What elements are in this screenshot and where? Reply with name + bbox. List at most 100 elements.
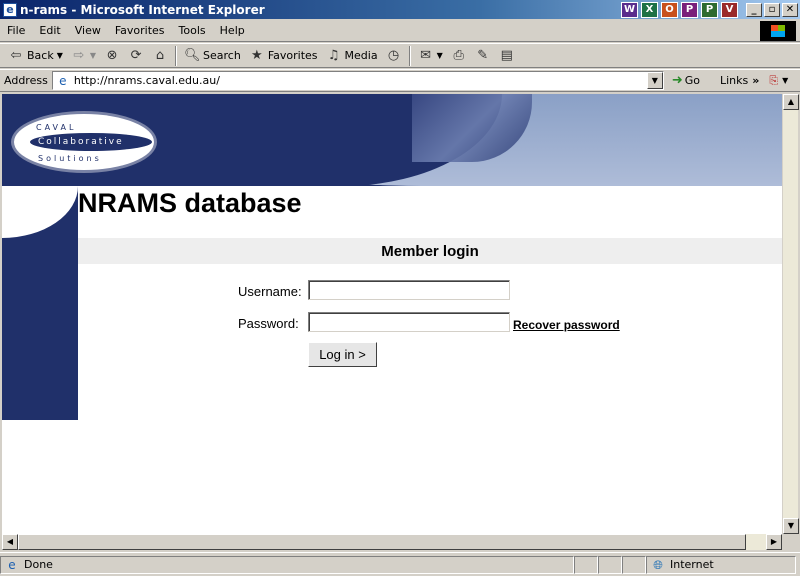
- search-label: Search: [203, 49, 241, 62]
- status-pane: [598, 555, 622, 574]
- print-button[interactable]: ⎙: [447, 45, 471, 67]
- excel-icon[interactable]: X: [641, 1, 658, 18]
- go-label: Go: [684, 74, 700, 87]
- refresh-icon: ⟳: [130, 47, 142, 63]
- globe-icon: 🌐︎: [653, 557, 663, 572]
- favorites-button[interactable]: ★ Favorites: [245, 45, 322, 67]
- window-title: n-rams - Microsoft Internet Explorer: [20, 2, 265, 17]
- visio-icon[interactable]: V: [721, 1, 738, 18]
- search-button[interactable]: 🔍︎ Search: [180, 45, 245, 67]
- go-button[interactable]: ➜ Go: [672, 73, 700, 88]
- edit-button[interactable]: ✎: [471, 45, 495, 67]
- back-label: Back: [27, 49, 54, 62]
- back-button[interactable]: ⇦ Back ▼: [4, 45, 67, 67]
- back-dropdown-icon[interactable]: ▼: [57, 51, 63, 60]
- stop-icon: ⊗: [106, 47, 118, 63]
- mail-dropdown-icon[interactable]: ▼: [437, 51, 443, 60]
- vertical-scrollbar[interactable]: ▲ ▼: [782, 94, 799, 534]
- left-bar-curve: [2, 186, 78, 238]
- scroll-up-icon[interactable]: ▲: [783, 94, 799, 110]
- mail-icon: ✉: [420, 47, 432, 63]
- menu-tools[interactable]: Tools: [172, 24, 213, 37]
- stop-button[interactable]: ⊗: [100, 45, 124, 67]
- discuss-icon: ▤: [500, 47, 513, 63]
- scroll-down-icon[interactable]: ▼: [783, 518, 799, 534]
- close-button[interactable]: ✕: [782, 2, 798, 17]
- page-done-icon: e: [8, 557, 16, 572]
- mail-button[interactable]: ✉ ▼: [414, 45, 447, 67]
- back-arrow-icon: ⇦: [10, 47, 22, 63]
- acrobat-icon[interactable]: ⎘: [769, 74, 778, 88]
- page-title: NRAMS database: [78, 188, 302, 218]
- favorites-label: Favorites: [267, 49, 318, 62]
- address-label: Address: [4, 74, 48, 87]
- menu-favorites[interactable]: Favorites: [108, 24, 172, 37]
- username-input[interactable]: [308, 280, 510, 300]
- print-icon: ⎙: [453, 47, 464, 63]
- status-bar: e Done 🌐︎ Internet: [0, 552, 800, 576]
- publisher-icon[interactable]: P: [681, 1, 698, 18]
- outlook-icon[interactable]: O: [661, 1, 678, 18]
- address-bar: Address e http://nrams.caval.edu.au/ ▼ ➜…: [0, 69, 800, 92]
- forward-dropdown-icon[interactable]: ▼: [90, 51, 96, 60]
- toolbar-separator: [175, 45, 178, 66]
- recover-password-link[interactable]: Recover password: [513, 318, 620, 332]
- history-button[interactable]: ◷: [382, 45, 406, 67]
- home-button[interactable]: ⌂: [148, 45, 172, 67]
- section-title: Member login: [381, 242, 479, 260]
- media-button[interactable]: ♫ Media: [322, 45, 382, 67]
- logo-text-solutions: Solutions: [38, 154, 102, 163]
- scroll-left-icon[interactable]: ◀: [2, 534, 18, 550]
- minimize-button[interactable]: _: [746, 2, 762, 17]
- site-banner: CAVAL Collaborative Solutions: [2, 94, 782, 186]
- address-input[interactable]: e http://nrams.caval.edu.au/ ▼: [51, 71, 664, 90]
- acrobat-dropdown-icon[interactable]: ▼: [782, 76, 788, 85]
- maximize-button[interactable]: ▫: [764, 2, 780, 17]
- menu-edit[interactable]: Edit: [32, 24, 67, 37]
- scroll-corner: [782, 534, 798, 550]
- menu-help[interactable]: Help: [213, 24, 252, 37]
- media-label: Media: [344, 49, 378, 62]
- password-label: Password:: [238, 316, 299, 331]
- logo-text-collaborative: Collaborative: [38, 137, 124, 147]
- username-label: Username:: [238, 284, 302, 299]
- word-icon[interactable]: W: [621, 1, 638, 18]
- left-bar-top: [2, 186, 78, 238]
- project-icon[interactable]: P: [701, 1, 718, 18]
- menu-bar: File Edit View Favorites Tools Help: [0, 20, 800, 42]
- address-url[interactable]: http://nrams.caval.edu.au/: [74, 74, 220, 87]
- page-viewport: CAVAL Collaborative Solutions NRAMS data…: [2, 94, 782, 534]
- address-dropdown-icon[interactable]: ▼: [646, 72, 663, 89]
- menu-file[interactable]: File: [0, 24, 32, 37]
- scroll-right-icon[interactable]: ▶: [766, 534, 782, 550]
- discuss-button[interactable]: ▤: [495, 45, 519, 67]
- login-button[interactable]: Log in >: [308, 342, 377, 367]
- toolbar-separator: [408, 45, 411, 66]
- status-zone: 🌐︎ Internet: [646, 555, 796, 574]
- zone-text: Internet: [670, 558, 714, 571]
- title-bar: e n-rams - Microsoft Internet Explorer W…: [0, 0, 800, 19]
- status-pane: [622, 555, 646, 574]
- horizontal-scroll-thumb[interactable]: [18, 534, 746, 550]
- horizontal-scrollbar[interactable]: ◀ ▶: [2, 534, 782, 550]
- status-main: e Done: [0, 555, 574, 574]
- links-button[interactable]: Links » ⎘ ▼: [720, 74, 788, 88]
- edit-icon: ✎: [477, 47, 489, 63]
- password-input[interactable]: [308, 312, 510, 332]
- refresh-button[interactable]: ⟳: [124, 45, 148, 67]
- links-label: Links: [719, 74, 749, 87]
- go-arrow-icon: ➜: [671, 73, 683, 88]
- search-icon: 🔍︎: [184, 47, 201, 63]
- forward-button[interactable]: ⇨ ▼: [67, 45, 100, 67]
- media-icon: ♫: [327, 47, 340, 63]
- standard-toolbar: ⇦ Back ▼ ⇨ ▼ ⊗ ⟳ ⌂ 🔍︎ Search ★ Favorites…: [0, 43, 800, 68]
- history-icon: ◷: [387, 47, 400, 63]
- menu-view[interactable]: View: [68, 24, 108, 37]
- forward-arrow-icon: ⇨: [73, 47, 85, 63]
- member-login-header: Member login: [78, 238, 782, 264]
- status-text: Done: [24, 558, 53, 571]
- status-pane: [574, 555, 598, 574]
- logo-text-caval: CAVAL: [36, 123, 77, 132]
- favorites-icon: ★: [251, 47, 263, 63]
- page-icon: e: [59, 73, 67, 88]
